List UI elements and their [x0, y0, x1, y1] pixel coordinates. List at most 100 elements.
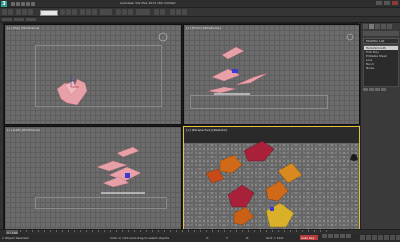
- select-by-name-icon[interactable]: [66, 9, 71, 15]
- viewport-front[interactable]: [+] [Front] [Wireframe]: [183, 24, 360, 125]
- modifier-stack[interactable]: TurboSmooth Edit Poly Editable Mesh Line…: [363, 45, 399, 87]
- play-icon[interactable]: [334, 234, 339, 238]
- leaf-mesh: [277, 162, 303, 184]
- left-view-geometry: [96, 146, 145, 194]
- rotate-icon[interactable]: [86, 9, 91, 15]
- viewport-area: [+] [Top] [Wireframe] [+] [Front] [Wiref…: [3, 23, 360, 230]
- prompt-line: Click or click-and-drag to select object…: [110, 236, 170, 240]
- select-object-icon[interactable]: [60, 9, 65, 15]
- command-panel: Modifier List TurboSmooth Edit Poly Edit…: [360, 23, 400, 229]
- new-file-icon[interactable]: [11, 1, 15, 6]
- z-coordinate-label: Z:: [246, 236, 250, 240]
- named-selection-dropdown[interactable]: [136, 9, 150, 15]
- title-bar: 3 Autodesk 3ds Max 2013 x64 Untitled: [0, 0, 400, 8]
- link-icon[interactable]: [16, 9, 21, 15]
- top-view-geometry: [56, 32, 168, 106]
- field-of-view-icon[interactable]: [378, 235, 383, 240]
- main-toolbar: All: [0, 8, 400, 17]
- app-logo-icon[interactable]: 3: [1, 0, 7, 7]
- auto-key-button[interactable]: Auto Key: [300, 235, 318, 240]
- motion-tab-icon[interactable]: [381, 24, 386, 29]
- ribbon-tab-modeling[interactable]: [2, 18, 12, 21]
- window-title: Autodesk 3ds Max 2013 x64 Untitled: [120, 1, 176, 5]
- window-controls: [376, 1, 398, 5]
- redo-icon[interactable]: [31, 1, 35, 6]
- bind-space-warp-icon[interactable]: [28, 9, 33, 15]
- modifier-stack-item[interactable]: Noise: [364, 66, 398, 70]
- viewcube-icon: [346, 33, 354, 41]
- maximize-button[interactable]: [384, 1, 390, 5]
- percent-snap-icon[interactable]: [128, 9, 133, 15]
- pin-stack-icon[interactable]: [363, 88, 368, 91]
- zoom-all-icon[interactable]: [366, 235, 371, 240]
- next-frame-icon[interactable]: [340, 234, 345, 238]
- undo-button[interactable]: [2, 9, 7, 15]
- show-end-result-icon[interactable]: [369, 88, 374, 91]
- teapot-object: [351, 154, 357, 160]
- go-to-start-icon[interactable]: [322, 234, 327, 238]
- leaf-mesh: [233, 206, 255, 226]
- ribbon-tab-selection[interactable]: [26, 18, 36, 21]
- rectangular-selection-icon[interactable]: [72, 9, 77, 15]
- perspective-geometry: [205, 140, 358, 228]
- mirror-icon[interactable]: [154, 9, 159, 15]
- viewport-top[interactable]: [+] [Top] [Wireframe]: [4, 24, 182, 125]
- viewport-perspective[interactable]: [+] [Perspective] [Realistic]: [183, 126, 360, 230]
- save-file-icon[interactable]: [21, 1, 25, 6]
- leaf-mesh: [116, 146, 140, 158]
- angle-snap-icon[interactable]: [122, 9, 127, 15]
- gizmo-box: [232, 69, 238, 73]
- open-file-icon[interactable]: [16, 1, 20, 6]
- scale-icon[interactable]: [92, 9, 97, 15]
- playback-controls: [322, 234, 351, 238]
- align-icon[interactable]: [160, 9, 165, 15]
- previous-frame-icon[interactable]: [328, 234, 333, 238]
- object-name-field[interactable]: [363, 31, 399, 36]
- orbit-icon[interactable]: [390, 235, 395, 240]
- leaf-mesh: [219, 154, 243, 174]
- leaf-mesh: [265, 202, 295, 228]
- unlink-icon[interactable]: [22, 9, 27, 15]
- stack-controls: [363, 88, 399, 91]
- leaf-mesh: [221, 46, 245, 60]
- front-view-geometry: [207, 33, 354, 95]
- render-icon[interactable]: [182, 9, 187, 15]
- leaf-mesh: [235, 72, 269, 86]
- app-logo-letter: 3: [2, 0, 6, 7]
- selection-filter-dropdown[interactable]: All: [40, 10, 58, 16]
- close-button[interactable]: [392, 1, 398, 5]
- render-setup-icon[interactable]: [176, 9, 181, 15]
- modify-tab-icon[interactable]: [369, 24, 374, 29]
- leaf-mesh: [207, 86, 237, 94]
- grid-size: Grid = 10.0: [266, 236, 284, 240]
- make-unique-icon[interactable]: [375, 88, 380, 91]
- zoom-extents-icon[interactable]: [372, 235, 377, 240]
- modifier-list-dropdown[interactable]: Modifier List: [363, 38, 399, 44]
- viewport-left[interactable]: [+] [Left] [Wireframe]: [4, 126, 182, 230]
- display-tab-icon[interactable]: [387, 24, 392, 29]
- maximize-viewport-icon[interactable]: [396, 235, 400, 240]
- material-editor-icon[interactable]: [170, 9, 175, 15]
- redo-button[interactable]: [8, 9, 13, 15]
- track-bar[interactable]: [20, 230, 330, 232]
- quick-access-toolbar: [11, 1, 35, 6]
- ribbon-tab-freeform[interactable]: [14, 18, 24, 21]
- auto-key-label: Auto Key: [301, 236, 315, 240]
- go-to-end-icon[interactable]: [346, 234, 351, 238]
- hierarchy-tab-icon[interactable]: [375, 24, 380, 29]
- pan-icon[interactable]: [384, 235, 389, 240]
- leaf-mesh: [265, 180, 289, 202]
- undo-icon[interactable]: [26, 1, 30, 6]
- zoom-icon[interactable]: [360, 235, 365, 240]
- minimize-button[interactable]: [376, 1, 382, 5]
- command-panel-tabs: [363, 24, 399, 29]
- remove-modifier-icon[interactable]: [381, 88, 386, 91]
- leaf-mesh: [243, 140, 275, 162]
- viewcube-icon: [158, 32, 168, 42]
- snap-icon[interactable]: [116, 9, 121, 15]
- x-coordinate-label: X:: [206, 236, 210, 240]
- selection-filter-value: All: [41, 11, 45, 15]
- reference-coordinate-dropdown[interactable]: [100, 9, 112, 15]
- move-icon[interactable]: [80, 9, 85, 15]
- create-tab-icon[interactable]: [363, 24, 368, 29]
